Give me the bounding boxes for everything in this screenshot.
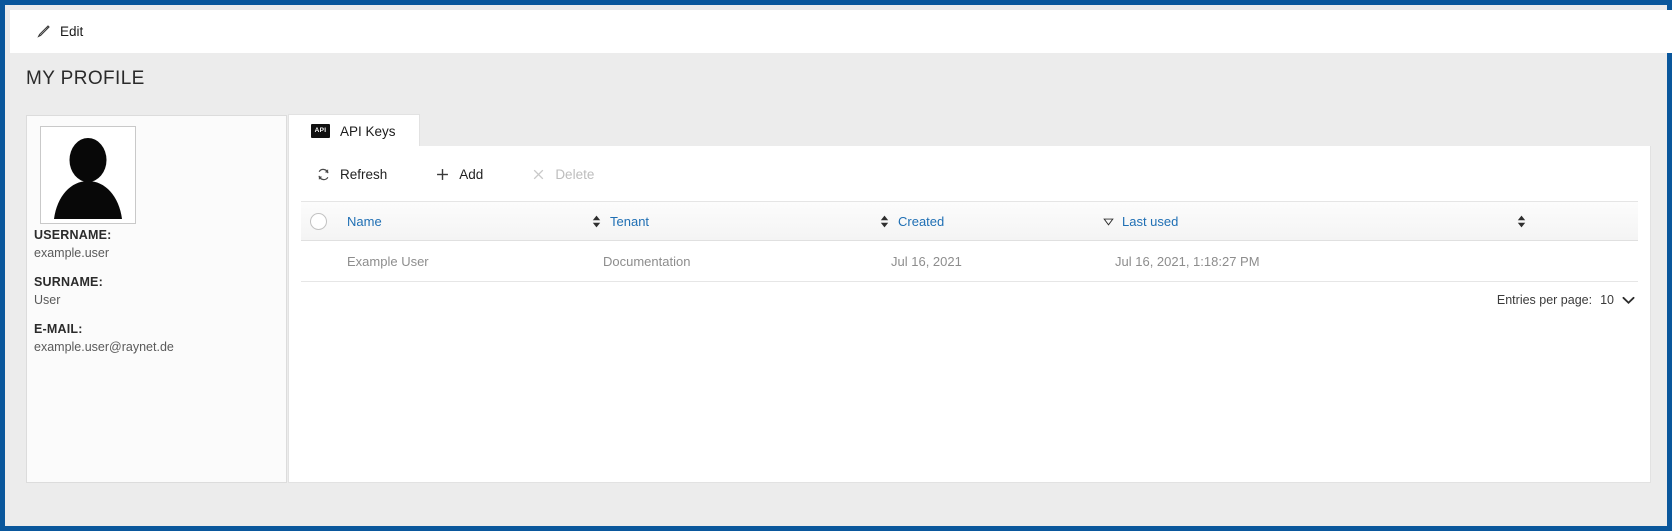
delete-button: Delete (525, 159, 600, 189)
column-header-created[interactable]: Created (879, 202, 944, 240)
refresh-button-label: Refresh (340, 166, 388, 182)
api-keys-panel: Refresh Add Delete Name Tenant Created L… (288, 146, 1651, 483)
cell-name: Example User (347, 253, 429, 269)
top-command-bar: Edit (10, 10, 1672, 53)
table-row[interactable]: Example User Documentation Jul 16, 2021 … (301, 241, 1638, 282)
profile-field-username: USERNAME: example.user (34, 228, 280, 260)
edit-button-label: Edit (60, 24, 84, 39)
cell-tenant: Documentation (603, 253, 691, 269)
profile-summary-card: USERNAME: example.user SURNAME: User E-M… (26, 115, 287, 483)
tab-strip: API API Keys (288, 114, 1651, 147)
sort-both-icon (879, 215, 890, 228)
profile-field-surname: SURNAME: User (34, 275, 280, 307)
refresh-icon (316, 167, 331, 182)
column-header-created-label: Created (898, 213, 945, 229)
sort-desc-icon (1103, 215, 1114, 228)
column-header-tenant-label: Tenant (610, 213, 650, 229)
panel-toolbar: Refresh Add Delete (289, 158, 636, 190)
profile-field-email-value: example.user@raynet.de (34, 340, 174, 354)
column-header-tenant[interactable]: Tenant (591, 202, 649, 240)
application-window: Edit MY PROFILE USERNAME: example.user S… (0, 0, 1672, 531)
add-button[interactable]: Add (429, 159, 489, 189)
avatar (40, 126, 136, 224)
tab-api-keys-label: API Keys (340, 123, 396, 139)
column-header-trailing-sort[interactable] (1516, 202, 1527, 240)
profile-field-email-label: E-MAIL: (34, 322, 83, 336)
cell-last-used: Jul 16, 2021, 1:18:27 PM (1115, 253, 1260, 269)
user-silhouette-icon (41, 127, 135, 223)
page-title: MY PROFILE (26, 68, 145, 89)
column-header-last-used-label: Last used (1122, 213, 1179, 229)
column-header-last-used[interactable]: Last used (1103, 202, 1178, 240)
sort-both-icon (591, 215, 602, 228)
cell-created: Jul 16, 2021 (891, 253, 962, 269)
tab-api-keys[interactable]: API API Keys (288, 114, 420, 147)
profile-field-surname-value: User (34, 293, 61, 307)
refresh-button[interactable]: Refresh (310, 159, 393, 189)
circle-checkbox-icon[interactable] (310, 213, 327, 230)
column-header-name[interactable]: Name (347, 202, 382, 240)
api-badge-icon: API (311, 124, 330, 138)
profile-field-surname-label: SURNAME: (34, 275, 103, 289)
entries-per-page-value: 10 (1600, 293, 1614, 307)
profile-field-username-value: example.user (34, 246, 110, 260)
plus-icon (435, 167, 450, 182)
edit-button[interactable]: Edit (31, 18, 87, 46)
close-x-icon (531, 167, 546, 182)
pencil-icon (35, 24, 51, 40)
sort-both-icon (1516, 215, 1527, 228)
profile-field-email: E-MAIL: example.user@raynet.de (34, 322, 280, 354)
delete-button-label: Delete (555, 166, 595, 182)
chevron-down-icon[interactable] (1622, 296, 1635, 305)
profile-field-username-label: USERNAME: (34, 228, 112, 242)
entries-per-page-label: Entries per page: (1496, 293, 1593, 307)
column-header-name-label: Name (347, 213, 382, 229)
api-keys-table: Name Tenant Created Last used Example Us… (301, 201, 1638, 282)
entries-per-page[interactable]: Entries per page: 10 (1497, 293, 1635, 307)
add-button-label: Add (459, 166, 484, 182)
table-header-row: Name Tenant Created Last used (301, 201, 1638, 241)
